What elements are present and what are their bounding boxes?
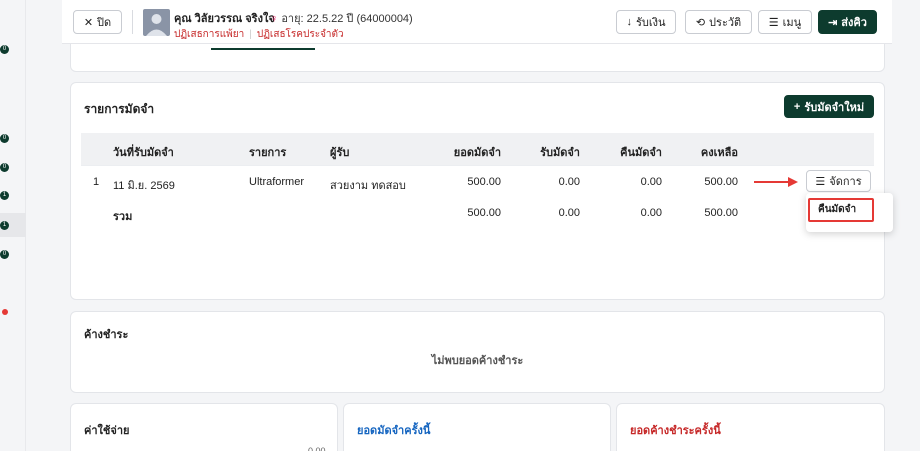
separator: | [249,29,252,40]
rail-badge: 1 [0,191,9,200]
history-button[interactable]: ⟲ ประวัติ [685,10,752,34]
user-silhouette-icon [146,14,167,36]
left-rail: 0 0 0 1 1 0 [0,0,26,451]
hamburger-icon: ☰ [768,16,779,29]
received-amount: 0.00 [558,176,580,188]
close-icon: ✕ [83,16,94,29]
rail-badge: 0 [0,45,9,54]
add-deposit-button[interactable]: + รับมัดจำใหม่ [784,95,874,118]
row-index: 1 [93,176,100,188]
refund-deposit-menu-item[interactable]: คืนมัดจำ [808,198,874,222]
history-icon: ⟲ [695,16,706,29]
avatar [143,9,170,36]
divider [132,10,133,34]
send-queue-button[interactable]: ⇥ ส่งคิว [818,10,877,34]
column-header: คืนมัดจำ [620,147,662,159]
annotation-arrow-icon [754,177,798,187]
manage-button[interactable]: ☰ จัดการ [806,170,871,192]
disease-text: ปฏิเสธโรคประจำตัว [256,29,344,40]
patient-age: ♀ อายุ: 22.5.22 ปี (64000004) [270,13,413,25]
empty-state-text: ไม่พบยอดค้างชำระ [431,355,524,367]
exit-arrow-icon: ⇥ [828,16,838,29]
total-balance: 500.00 [704,207,738,219]
expenses-title: ค่าใช้จ่าย [84,425,130,437]
balance-amount: 500.00 [704,176,738,188]
close-button[interactable]: ✕ ปิด [73,10,122,34]
arrow-down-icon: ↓ [626,16,632,28]
patient-header: ✕ ปิด คุณ วิลัยวรรณ จริงใจ ♀ อายุ: 22.5.… [62,0,892,44]
column-header: ยอดมัดจำ [453,147,501,159]
female-icon: ♀ [270,13,279,25]
row-divider [81,165,874,166]
rail-badge: 0 [0,163,9,172]
column-header: รายการ [249,147,287,159]
patient-name: คุณ วิลัยวรรณ จริงใจ [174,13,275,25]
deposit-date: 11 มิ.ย. 2569 [113,180,175,192]
refunded-amount: 0.00 [640,176,662,188]
total-deposit-amount: 500.00 [467,207,501,219]
notification-dot [2,309,8,315]
column-header: คงเหลือ [700,147,738,159]
plus-icon: + [793,100,801,113]
total-label: รวม [113,211,133,223]
deposit-amount: 500.00 [467,176,501,188]
menu-button[interactable]: ☰ เมนู [758,10,812,34]
deposit-this-time-title: ยอดมัดจำครั้งนี้ [357,425,431,437]
column-header: ผู้รับ [330,147,350,159]
deposit-card [70,82,885,300]
deposit-receiver: สวยงาม ทดสอบ [330,180,406,192]
rail-badge: 0 [0,250,9,259]
allergy-info: ปฏิเสธการแพ้ยา | ปฏิเสธโรคประจำตัว [174,27,344,42]
hamburger-icon: ☰ [815,175,826,188]
total-refunded: 0.00 [640,207,662,219]
receive-money-button[interactable]: ↓ รับเงิน [616,10,676,34]
deposit-title: รายการมัดจำ [84,102,155,116]
rail-badge: 0 [0,134,9,143]
outstanding-this-time-title: ยอดค้างชำระครั้งนี้ [630,425,721,437]
manage-dropdown: คืนมัดจำ [806,193,893,232]
deposit-item: Ultraformer [249,176,305,188]
drug-allergy-text: ปฏิเสธการแพ้ยา [174,29,245,40]
truncated-value: 0.00 [308,446,326,451]
rail-badge: 1 [0,221,9,230]
total-received: 0.00 [558,207,580,219]
active-tab-indicator [211,48,315,50]
outstanding-title: ค้างชำระ [84,329,129,341]
column-header: รับมัดจำ [540,147,580,159]
column-header: วันที่รับมัดจำ [113,147,174,159]
